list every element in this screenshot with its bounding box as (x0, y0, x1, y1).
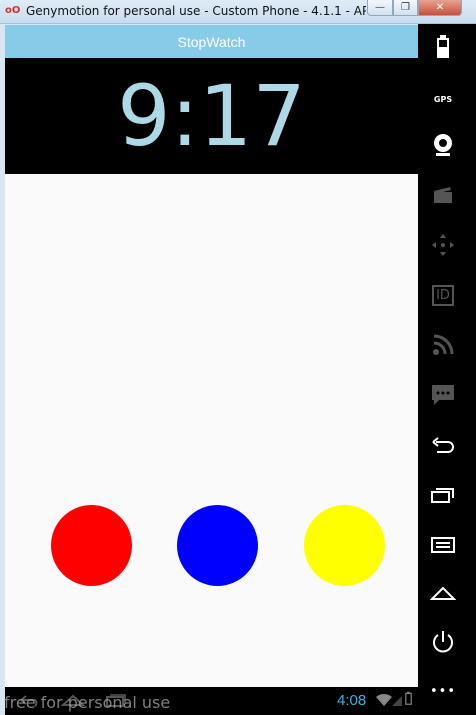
more-label: ••• (429, 683, 456, 699)
minimize-button[interactable]: — (367, 0, 393, 16)
window-title: Genymotion for personal use - Custom Pho… (26, 4, 366, 18)
power-icon[interactable] (418, 627, 468, 657)
close-button[interactable]: ✕ (418, 0, 462, 16)
home-icon[interactable] (418, 578, 468, 608)
media-icon[interactable] (418, 180, 468, 210)
red-circle-button[interactable] (51, 505, 132, 586)
menu-icon[interactable] (418, 530, 468, 560)
move-icon[interactable] (418, 230, 468, 260)
action-bar: StopWatch (5, 25, 418, 58)
action-bar-title: StopWatch (177, 33, 246, 50)
id-icon[interactable]: ID (418, 280, 468, 310)
gps-label: GPS (433, 94, 453, 104)
webcam-icon[interactable] (418, 130, 468, 160)
rss-icon[interactable] (418, 330, 468, 360)
yellow-circle-button[interactable] (304, 505, 385, 586)
id-label: ID (432, 284, 454, 306)
recent-apps-icon[interactable] (418, 480, 468, 510)
sms-icon[interactable] (418, 380, 468, 410)
maximize-button[interactable]: ❐ (393, 0, 418, 16)
blue-circle-button[interactable] (177, 505, 258, 586)
genymotion-logo-icon: oO (5, 5, 21, 16)
watermark-text: free for personal use (4, 693, 171, 712)
back-icon[interactable] (418, 430, 468, 460)
timer-panel: 9:17 (5, 58, 418, 174)
status-clock: 4:08 (337, 692, 367, 709)
phone-screen: StopWatch 9:17 (5, 25, 418, 687)
window-titlebar: oO Genymotion for personal use - Custom … (0, 0, 476, 24)
signal-icon (392, 696, 402, 706)
timer-display: 9:17 (117, 67, 306, 165)
battery-icon[interactable] (418, 32, 468, 62)
gps-icon[interactable]: GPS (418, 84, 468, 114)
status-battery-icon (405, 691, 412, 705)
more-icon[interactable]: ••• (418, 676, 468, 706)
emulator-toolbar: GPS ID ••• (418, 24, 476, 715)
